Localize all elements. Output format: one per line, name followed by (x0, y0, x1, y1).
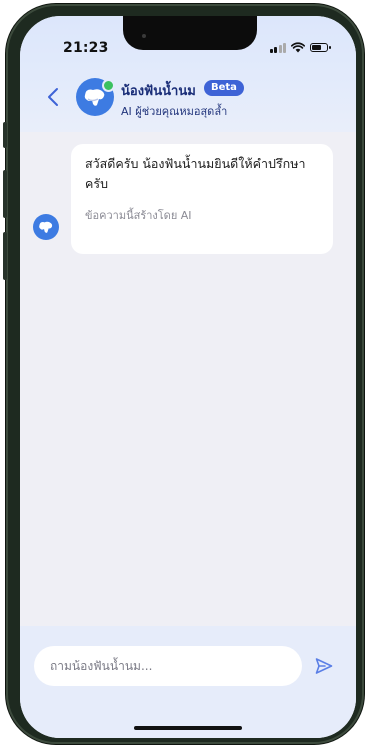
battery-icon (310, 43, 331, 52)
volume-down-button (3, 232, 7, 280)
action-button (3, 122, 7, 148)
send-button[interactable] (314, 656, 336, 678)
phone-screen: 21:23 น้องฟันน้ำนม Beta AI ผู้ช่วยคุณหมอ… (20, 16, 356, 738)
chevron-left-icon (48, 88, 58, 106)
volume-up-button (3, 170, 7, 218)
tooth-icon (39, 221, 53, 233)
chat-area: สวัสดีครับ น้องฟันน้ำนมยินดีให้คำปรึกษาค… (20, 132, 356, 626)
wifi-icon (291, 42, 305, 53)
status-time: 21:23 (63, 40, 109, 56)
bot-avatar (76, 78, 115, 116)
bot-subtitle: AI ผู้ช่วยคุณหมอสุดล้ำ (121, 105, 228, 118)
home-indicator[interactable] (134, 726, 242, 730)
chat-header: น้องฟันน้ำนม Beta AI ผู้ช่วยคุณหมอสุดล้ำ (20, 64, 356, 132)
message-text: สวัสดีครับ น้องฟันน้ำนมยินดีให้คำปรึกษาค… (85, 156, 306, 191)
message-avatar (33, 214, 59, 240)
status-icons (269, 42, 331, 53)
status-bar: 21:23 (20, 16, 356, 64)
online-indicator (102, 79, 115, 92)
camera-dot (142, 34, 146, 38)
dynamic-island (123, 16, 257, 50)
bot-message-bubble: สวัสดีครับ น้องฟันน้ำนมยินดีให้คำปรึกษาค… (71, 144, 333, 254)
ai-generated-note: ข้อความนี้สร้างโดย AI (85, 209, 192, 222)
beta-badge: Beta (204, 80, 244, 96)
back-button[interactable] (42, 84, 64, 110)
bot-name: น้องฟันน้ำนม (121, 84, 196, 99)
send-icon (315, 658, 333, 674)
battery-fill (312, 45, 321, 50)
message-input[interactable] (34, 646, 302, 686)
signal-icon (269, 42, 286, 53)
composer-area (20, 626, 356, 738)
